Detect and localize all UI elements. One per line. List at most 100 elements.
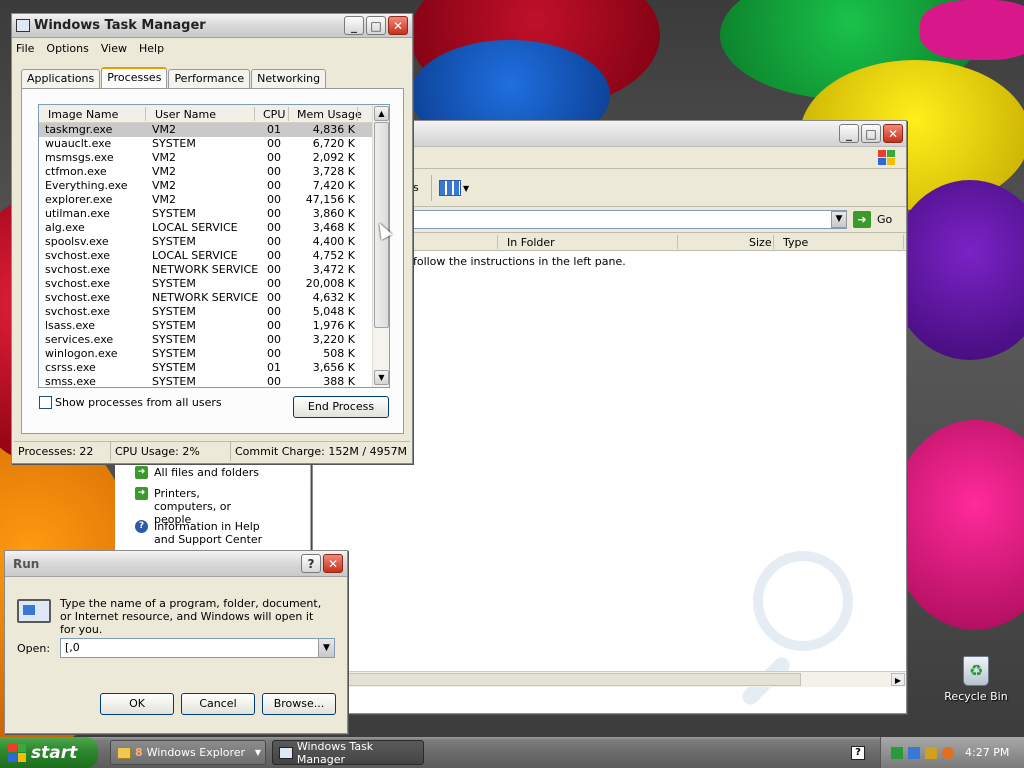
column-cpu[interactable]: CPU (263, 108, 285, 121)
vertical-scrollbar[interactable]: ▲ ▼ (372, 105, 389, 387)
table-row[interactable]: lsass.exe SYSTEM 00 1,976 K (39, 319, 373, 333)
search-option-all-files[interactable]: ➜ All files and folders (135, 466, 259, 479)
windows-logo-icon (878, 150, 896, 166)
menu-file[interactable]: File (16, 42, 34, 55)
process-user-name: SYSTEM (152, 137, 196, 150)
tab-processes[interactable]: Processes (101, 67, 168, 89)
table-row[interactable]: svchost.exe NETWORK SERVICE 00 3,472 K (39, 263, 373, 277)
column-divider[interactable] (145, 107, 146, 121)
process-image-name: Everything.exe (45, 179, 128, 192)
go-arrow-icon[interactable]: ➜ (853, 211, 871, 228)
taskbar-task-manager[interactable]: Windows Task Manager (272, 740, 424, 766)
close-button[interactable]: ✕ (388, 16, 408, 35)
table-row[interactable]: svchost.exe NETWORK SERVICE 00 4,632 K (39, 291, 373, 305)
process-mem-usage: 20,008 K (305, 277, 355, 290)
close-button[interactable]: ✕ (883, 124, 903, 143)
search-option-help[interactable]: ? Information in Help and Support Center (135, 520, 275, 546)
column-image-name[interactable]: Image Name (48, 108, 118, 121)
table-row[interactable]: svchost.exe SYSTEM 00 20,008 K (39, 277, 373, 291)
maximize-button[interactable]: □ (366, 16, 386, 35)
show-all-users-checkbox[interactable]: Show processes from all users (39, 396, 222, 409)
scroll-down-arrow-icon[interactable]: ▼ (374, 370, 389, 385)
messenger-icon[interactable] (908, 746, 920, 759)
tab-performance[interactable]: Performance (168, 69, 251, 88)
column-size[interactable]: Size (749, 236, 772, 249)
table-row[interactable]: alg.exe LOCAL SERVICE 00 3,468 K (39, 221, 373, 235)
table-row[interactable]: wuauclt.exe SYSTEM 00 6,720 K (39, 137, 373, 151)
start-button[interactable]: start (0, 737, 98, 768)
table-row[interactable]: msmsgs.exe VM2 00 2,092 K (39, 151, 373, 165)
search-tray-icon[interactable] (942, 746, 954, 759)
process-cpu: 00 (267, 291, 281, 304)
cancel-button[interactable]: Cancel (181, 693, 255, 715)
column-divider[interactable] (357, 107, 358, 121)
column-mem-usage[interactable]: Mem Usage (297, 108, 362, 121)
process-image-name: utilman.exe (45, 207, 110, 220)
minimize-button[interactable]: _ (344, 16, 364, 35)
address-dropdown-button[interactable]: ▼ (831, 211, 847, 228)
menu-view[interactable]: View (101, 42, 127, 55)
table-row[interactable]: Everything.exe VM2 00 7,420 K (39, 179, 373, 193)
table-row[interactable]: csrss.exe SYSTEM 01 3,656 K (39, 361, 373, 375)
table-row[interactable]: spoolsv.exe SYSTEM 00 4,400 K (39, 235, 373, 249)
column-divider[interactable] (903, 235, 904, 249)
taskbar-group-count: 8 (135, 746, 143, 759)
help-button[interactable]: ? (301, 554, 321, 573)
process-cpu: 00 (267, 277, 281, 290)
column-divider[interactable] (677, 235, 678, 249)
scroll-right-arrow-icon[interactable]: ▶ (891, 673, 905, 686)
tab-applications[interactable]: Applications (21, 69, 101, 88)
table-row[interactable]: smss.exe SYSTEM 00 388 K (39, 375, 373, 388)
browse-button[interactable]: Browse... (262, 693, 336, 715)
minimize-button[interactable]: _ (839, 124, 859, 143)
table-row[interactable]: utilman.exe SYSTEM 00 3,860 K (39, 207, 373, 221)
table-row[interactable]: explorer.exe VM2 00 47,156 K (39, 193, 373, 207)
run-dialog-titlebar[interactable]: Run ? ✕ (5, 551, 347, 577)
help-tray-icon[interactable]: ? (851, 746, 865, 760)
process-image-name: svchost.exe (45, 305, 111, 318)
column-type[interactable]: Type (783, 236, 808, 249)
tab-networking[interactable]: Networking (251, 69, 327, 88)
table-row[interactable]: taskmgr.exe VM2 01 4,836 K (39, 123, 373, 137)
clock[interactable]: 4:27 PM (965, 746, 1009, 759)
column-in-folder[interactable]: In Folder (507, 236, 555, 249)
horizontal-scrollbar[interactable]: ▶ (313, 671, 906, 687)
menu-help[interactable]: Help (139, 42, 164, 55)
checkbox-box[interactable] (39, 396, 52, 409)
process-list[interactable]: Image Name User Name CPU Mem Usage taskm… (38, 104, 390, 388)
views-button[interactable]: ▼ (439, 177, 473, 199)
go-button[interactable]: Go (877, 213, 892, 226)
scrollbar-thumb[interactable] (323, 673, 801, 686)
table-row[interactable]: winlogon.exe SYSTEM 00 508 K (39, 347, 373, 361)
network-icon[interactable] (891, 746, 903, 759)
close-button[interactable]: ✕ (323, 554, 343, 573)
task-manager-titlebar[interactable]: Windows Task Manager _ □ ✕ (12, 14, 412, 38)
table-row[interactable]: ctfmon.exe VM2 00 3,728 K (39, 165, 373, 179)
chevron-down-icon[interactable]: ▼ (318, 639, 334, 657)
column-divider[interactable] (497, 235, 498, 249)
menu-options[interactable]: Options (46, 42, 88, 55)
column-divider[interactable] (773, 235, 774, 249)
taskbar-windows-explorer[interactable]: 8 Windows Explorer ▼ (110, 740, 266, 765)
process-mem-usage: 4,632 K (312, 291, 355, 304)
table-row[interactable]: services.exe SYSTEM 00 3,220 K (39, 333, 373, 347)
process-user-name: SYSTEM (152, 305, 196, 318)
end-process-button[interactable]: End Process (293, 396, 389, 418)
open-combobox[interactable]: [,0 ▼ (60, 638, 335, 658)
ok-button[interactable]: OK (100, 693, 174, 715)
column-divider[interactable] (288, 107, 289, 121)
column-user-name[interactable]: User Name (155, 108, 216, 121)
recycle-bin-desktop-icon[interactable]: Recycle Bin (944, 656, 1008, 703)
maximize-button[interactable]: □ (861, 124, 881, 143)
close-icon: ✕ (887, 126, 899, 141)
process-rows: taskmgr.exe VM2 01 4,836 K wuauclt.exe SYSTEM… (39, 123, 373, 388)
table-row[interactable]: svchost.exe LOCAL SERVICE 00 4,752 K (39, 249, 373, 263)
recycle-bin-label: Recycle Bin (944, 690, 1008, 703)
column-divider[interactable] (254, 107, 255, 121)
process-mem-usage: 388 K (323, 375, 355, 388)
open-input-value[interactable]: [,0 (65, 641, 80, 654)
table-row[interactable]: svchost.exe SYSTEM 00 5,048 K (39, 305, 373, 319)
security-icon[interactable] (925, 746, 937, 759)
close-icon: ✕ (327, 556, 339, 571)
scroll-up-arrow-icon[interactable]: ▲ (374, 106, 389, 121)
